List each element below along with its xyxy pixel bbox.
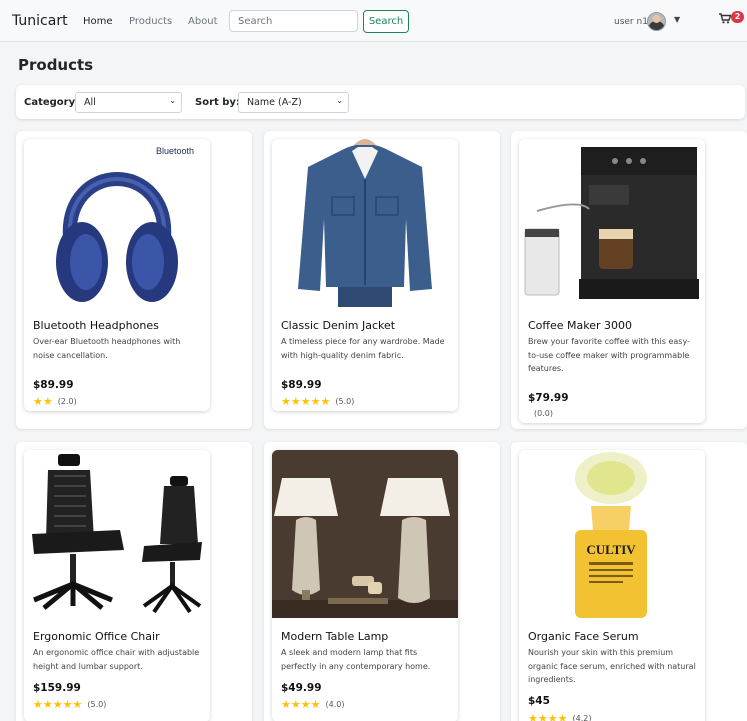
product-rating: ★★★★ (4.2) bbox=[528, 712, 591, 721]
star-icon: ★ bbox=[300, 698, 311, 711]
rating-count: (4.2) bbox=[572, 714, 592, 721]
product-column: Bluetooth Bluetooth Headphones Over-ear … bbox=[16, 131, 252, 429]
product-description: Brew your favorite coffee with this easy… bbox=[528, 337, 690, 373]
product-name[interactable]: Bluetooth Headphones bbox=[33, 319, 159, 332]
coffee-maker-image[interactable] bbox=[519, 139, 705, 307]
product-column: Coffee Maker 3000 Brew your favorite cof… bbox=[511, 131, 747, 429]
product-description: An ergonomic office chair with adjustabl… bbox=[33, 648, 200, 671]
product-price: $89.99 bbox=[33, 379, 74, 391]
avatar[interactable] bbox=[647, 12, 666, 31]
star-icon: ★ bbox=[320, 395, 331, 408]
star-icon: ★ bbox=[537, 712, 548, 721]
product-card[interactable]: Ergonomic Office Chair An ergonomic offi… bbox=[24, 450, 210, 721]
category-label: Category: bbox=[24, 97, 80, 108]
cart-count-badge: 2 bbox=[731, 11, 744, 23]
category-select-value: All bbox=[84, 97, 96, 108]
search-input[interactable] bbox=[229, 10, 358, 32]
product-card[interactable]: CULTIV Organic Face Serum Nourish your s… bbox=[519, 450, 705, 721]
star-icon: ★ bbox=[42, 395, 53, 408]
page-title: Products bbox=[18, 56, 94, 74]
product-price: $49.99 bbox=[281, 682, 322, 694]
sort-select-value: Name (A-Z) bbox=[247, 97, 302, 108]
product-name[interactable]: Classic Denim Jacket bbox=[281, 319, 395, 332]
star-icon: ★ bbox=[281, 395, 291, 408]
product-rating: ★★★★★ (5.0) bbox=[281, 395, 354, 408]
product-price: $159.99 bbox=[33, 682, 81, 694]
denim-jacket-image[interactable] bbox=[272, 139, 458, 307]
product-description: Nourish your skin with this premium orga… bbox=[528, 648, 696, 684]
product-column: Classic Denim Jacket A timeless piece fo… bbox=[264, 131, 500, 429]
product-column: Modern Table Lamp A sleek and modern lam… bbox=[264, 442, 500, 721]
star-icon: ★ bbox=[33, 698, 43, 711]
product-rating: (0.0) bbox=[528, 407, 553, 420]
product-rating: ★★★★★ (5.0) bbox=[33, 698, 106, 711]
search-button[interactable]: Search bbox=[363, 10, 409, 33]
user-name[interactable]: user n1 bbox=[614, 17, 648, 27]
nav-link-home[interactable]: Home bbox=[83, 16, 113, 27]
product-price: $79.99 bbox=[528, 392, 569, 404]
chevron-down-icon: ⌄ bbox=[169, 96, 176, 105]
star-icon: ★ bbox=[290, 395, 301, 408]
product-name[interactable]: Modern Table Lamp bbox=[281, 630, 388, 643]
category-select[interactable]: All ⌄ bbox=[75, 92, 182, 113]
nav-link-products[interactable]: Products bbox=[129, 16, 172, 27]
star-icon: ★ bbox=[52, 698, 63, 711]
star-icon: ★ bbox=[310, 698, 321, 711]
product-name[interactable]: Organic Face Serum bbox=[528, 630, 639, 643]
star-icon: ★ bbox=[33, 395, 43, 408]
product-card[interactable]: Bluetooth Bluetooth Headphones Over-ear … bbox=[24, 139, 210, 411]
product-card[interactable]: Classic Denim Jacket A timeless piece fo… bbox=[272, 139, 458, 411]
product-card[interactable]: Modern Table Lamp A sleek and modern lam… bbox=[272, 450, 458, 721]
cart-button[interactable]: 2 bbox=[719, 11, 745, 29]
star-icon: ★ bbox=[281, 698, 291, 711]
bluetooth-logo-text: Bluetooth bbox=[156, 146, 194, 156]
product-price: $45 bbox=[528, 695, 550, 707]
star-icon: ★ bbox=[300, 395, 311, 408]
product-card[interactable]: Coffee Maker 3000 Brew your favorite cof… bbox=[519, 139, 705, 423]
star-icon: ★ bbox=[557, 712, 568, 721]
headphones-image[interactable]: Bluetooth bbox=[24, 139, 210, 307]
product-rating: ★★ (2.0) bbox=[33, 395, 77, 408]
rating-count: (5.0) bbox=[87, 700, 107, 709]
sort-select[interactable]: Name (A-Z) ⌄ bbox=[238, 92, 349, 113]
sort-label: Sort by: bbox=[195, 97, 240, 108]
product-column: Ergonomic Office Chair An ergonomic offi… bbox=[16, 442, 252, 721]
rating-count: (5.0) bbox=[335, 397, 355, 406]
nav-link-about[interactable]: About bbox=[188, 16, 218, 27]
star-icon: ★ bbox=[62, 698, 73, 711]
brand-logo[interactable]: Tunicart bbox=[12, 13, 68, 29]
chevron-down-icon: ⌄ bbox=[336, 96, 343, 105]
rating-count: (0.0) bbox=[534, 409, 553, 418]
product-price: $89.99 bbox=[281, 379, 322, 391]
navbar: Tunicart Home Products About Search user… bbox=[0, 0, 747, 42]
product-rating: ★★★★ (4.0) bbox=[281, 698, 344, 711]
rating-count: (2.0) bbox=[57, 397, 77, 406]
star-icon: ★ bbox=[42, 698, 53, 711]
table-lamp-image[interactable] bbox=[272, 450, 458, 618]
star-icon: ★ bbox=[528, 712, 538, 721]
cart-icon bbox=[719, 13, 731, 24]
product-name[interactable]: Ergonomic Office Chair bbox=[33, 630, 160, 643]
product-description: A timeless piece for any wardrobe. Made … bbox=[281, 337, 445, 360]
star-icon: ★ bbox=[290, 698, 301, 711]
serum-brand-text: CULTIV bbox=[586, 542, 636, 557]
product-description: A sleek and modern lamp that fits perfec… bbox=[281, 648, 431, 671]
star-icon: ★ bbox=[72, 698, 83, 711]
face-serum-image[interactable]: CULTIV bbox=[519, 450, 705, 618]
product-name[interactable]: Coffee Maker 3000 bbox=[528, 319, 632, 332]
product-column: CULTIV Organic Face Serum Nourish your s… bbox=[511, 442, 747, 721]
rating-count: (4.0) bbox=[325, 700, 345, 709]
product-description: Over-ear Bluetooth headphones with noise… bbox=[33, 337, 181, 360]
star-icon: ★ bbox=[547, 712, 558, 721]
chevron-down-icon[interactable]: ▼ bbox=[674, 15, 680, 24]
office-chair-image[interactable] bbox=[24, 450, 210, 618]
filter-bar: Category: All ⌄ Sort by: Name (A-Z) ⌄ bbox=[16, 85, 745, 119]
star-icon: ★ bbox=[310, 395, 321, 408]
